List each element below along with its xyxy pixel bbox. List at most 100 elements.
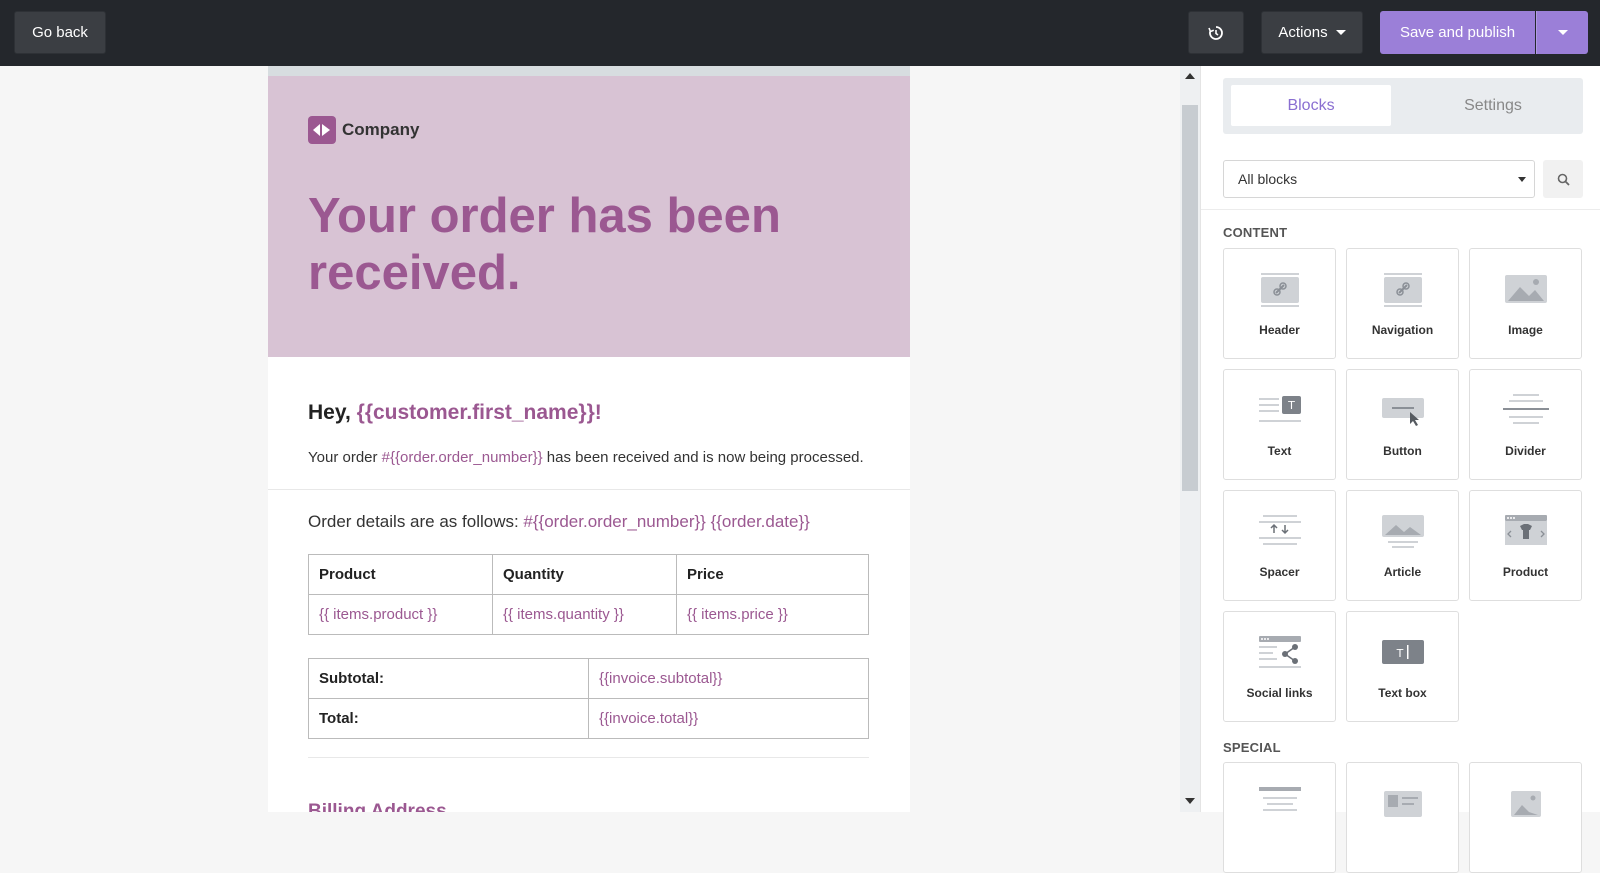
- block-special-2[interactable]: [1346, 762, 1459, 873]
- block-label: Spacer: [1259, 565, 1300, 579]
- order-items-table[interactable]: Product Quantity Price {{ items.product …: [308, 554, 869, 635]
- email-canvas: Company Your order has been received. He…: [0, 66, 1184, 812]
- product-block-icon: [1505, 515, 1547, 545]
- block-special-1[interactable]: [1223, 762, 1336, 873]
- scroll-up-icon[interactable]: [1185, 73, 1195, 79]
- order-status-text[interactable]: Your order #{{order.order_number}} has b…: [308, 449, 864, 466]
- block-navigation[interactable]: Navigation: [1346, 248, 1459, 359]
- order-prefix: Your order: [308, 449, 382, 466]
- divider-block-icon: [1503, 394, 1549, 424]
- hero-section[interactable]: Company Your order has been received.: [268, 76, 910, 357]
- block-article[interactable]: Article: [1346, 490, 1459, 601]
- block-label: Text: [1267, 444, 1292, 458]
- block-label: Button: [1383, 444, 1422, 458]
- block-social-links[interactable]: Social links: [1223, 611, 1336, 722]
- history-button[interactable]: [1188, 11, 1244, 54]
- email-top-strip: [268, 66, 910, 76]
- block-text-box[interactable]: T Text box: [1346, 611, 1459, 722]
- panel-tabs: Blocks Settings: [1223, 78, 1583, 134]
- block-label: Divider: [1505, 444, 1546, 458]
- email-preview: Company Your order has been received. He…: [268, 66, 910, 812]
- order-totals-table[interactable]: Subtotal: {{invoice.subtotal}} Total: {{…: [308, 658, 869, 739]
- chevron-down-icon: [1335, 30, 1346, 35]
- cell-price: {{ items.price }}: [676, 594, 869, 635]
- search-button[interactable]: [1543, 160, 1583, 198]
- order-details-text[interactable]: Order details are as follows: #{{order.o…: [308, 512, 810, 532]
- actions-label: Actions: [1278, 24, 1328, 41]
- button-block-icon: [1382, 398, 1424, 426]
- publish-options-toggle[interactable]: [1536, 11, 1588, 54]
- block-header[interactable]: Header: [1223, 248, 1336, 359]
- table-row: Total: {{invoice.total}}: [308, 698, 869, 739]
- image-block-icon: [1505, 275, 1547, 303]
- block-image[interactable]: Image: [1469, 248, 1582, 359]
- greeting-heading[interactable]: Hey, {{customer.first_name}}!: [308, 401, 602, 425]
- top-toolbar: Go back Actions Save and publish: [0, 0, 1600, 66]
- block-special-3[interactable]: [1469, 762, 1582, 873]
- card-block-icon: [1384, 791, 1422, 817]
- save-and-publish-button[interactable]: Save and publish: [1380, 11, 1535, 54]
- panel-divider: [1201, 209, 1600, 210]
- article-block-icon: [1382, 515, 1424, 548]
- subtotal-label: Subtotal:: [308, 658, 589, 699]
- block-label: Product: [1502, 565, 1549, 579]
- save-and-publish-label: Save and publish: [1399, 24, 1516, 41]
- actions-dropdown[interactable]: Actions: [1261, 11, 1363, 54]
- hero-title: Your order has been received.: [308, 189, 781, 300]
- table-header-price: Price: [676, 554, 869, 595]
- order-suffix: has been received and is now being proce…: [542, 449, 864, 466]
- spacer-block-icon: [1259, 515, 1301, 545]
- section-title-special: SPECIAL: [1223, 740, 1281, 755]
- chevron-down-icon: [1518, 177, 1526, 182]
- cell-product: {{ items.product }}: [308, 594, 493, 635]
- block-button[interactable]: Button: [1346, 369, 1459, 480]
- company-logo[interactable]: Company: [308, 116, 419, 144]
- table-row: Subtotal: {{invoice.subtotal}}: [308, 658, 869, 699]
- logo-text: Company: [342, 120, 420, 139]
- header-block-icon: [1261, 273, 1299, 307]
- table-row: {{ items.product }} {{ items.quantity }}…: [308, 594, 869, 635]
- scroll-down-icon[interactable]: [1185, 798, 1195, 804]
- tab-blocks[interactable]: Blocks: [1231, 85, 1391, 126]
- block-filter-select[interactable]: All blocks: [1223, 160, 1535, 198]
- block-label: Text box: [1378, 686, 1427, 700]
- block-text[interactable]: T Text: [1223, 369, 1336, 480]
- block-filter-value: All blocks: [1238, 171, 1298, 187]
- block-product[interactable]: Product: [1469, 490, 1582, 601]
- table-header-product: Product: [308, 554, 493, 595]
- table-header-quantity: Quantity: [492, 554, 677, 595]
- greeting-prefix: Hey,: [308, 401, 357, 424]
- svg-text:T: T: [1287, 399, 1295, 412]
- section-divider: [308, 757, 869, 758]
- table-header-row: Product Quantity Price: [308, 554, 869, 595]
- block-divider[interactable]: Divider: [1469, 369, 1582, 480]
- total-value: {{invoice.total}}: [588, 698, 869, 739]
- section-title-content: CONTENT: [1223, 225, 1288, 240]
- block-label: Navigation: [1371, 323, 1434, 337]
- total-label: Total:: [308, 698, 589, 739]
- chevron-down-icon: [1557, 30, 1568, 35]
- logo-mark-icon: [308, 116, 336, 144]
- greeting-variable: {{customer.first_name}}!: [356, 401, 602, 424]
- go-back-label: Go back: [32, 24, 88, 41]
- details-variable: #{{order.order_number}} {{order.date}}: [523, 512, 810, 531]
- text-box-block-icon: T: [1382, 640, 1424, 664]
- list-block-icon: [1259, 787, 1301, 811]
- order-number-variable: #{{order.order_number}}: [381, 449, 543, 466]
- image-text-block-icon: [1511, 791, 1541, 817]
- cell-quantity: {{ items.quantity }}: [492, 594, 677, 635]
- text-block-icon: T: [1259, 396, 1301, 422]
- block-spacer[interactable]: Spacer: [1223, 490, 1336, 601]
- scrollbar-thumb[interactable]: [1182, 105, 1198, 491]
- block-label: Article: [1383, 565, 1422, 579]
- history-icon: [1208, 25, 1223, 40]
- search-icon: [1557, 173, 1570, 186]
- navigation-block-icon: [1384, 273, 1422, 307]
- go-back-button[interactable]: Go back: [14, 11, 106, 54]
- tab-settings[interactable]: Settings: [1413, 85, 1573, 126]
- block-label: Social links: [1246, 686, 1313, 700]
- svg-text:T: T: [1396, 647, 1404, 660]
- billing-address-heading[interactable]: Billing Address: [308, 801, 447, 812]
- social-links-block-icon: [1259, 636, 1301, 668]
- section-divider: [268, 489, 910, 490]
